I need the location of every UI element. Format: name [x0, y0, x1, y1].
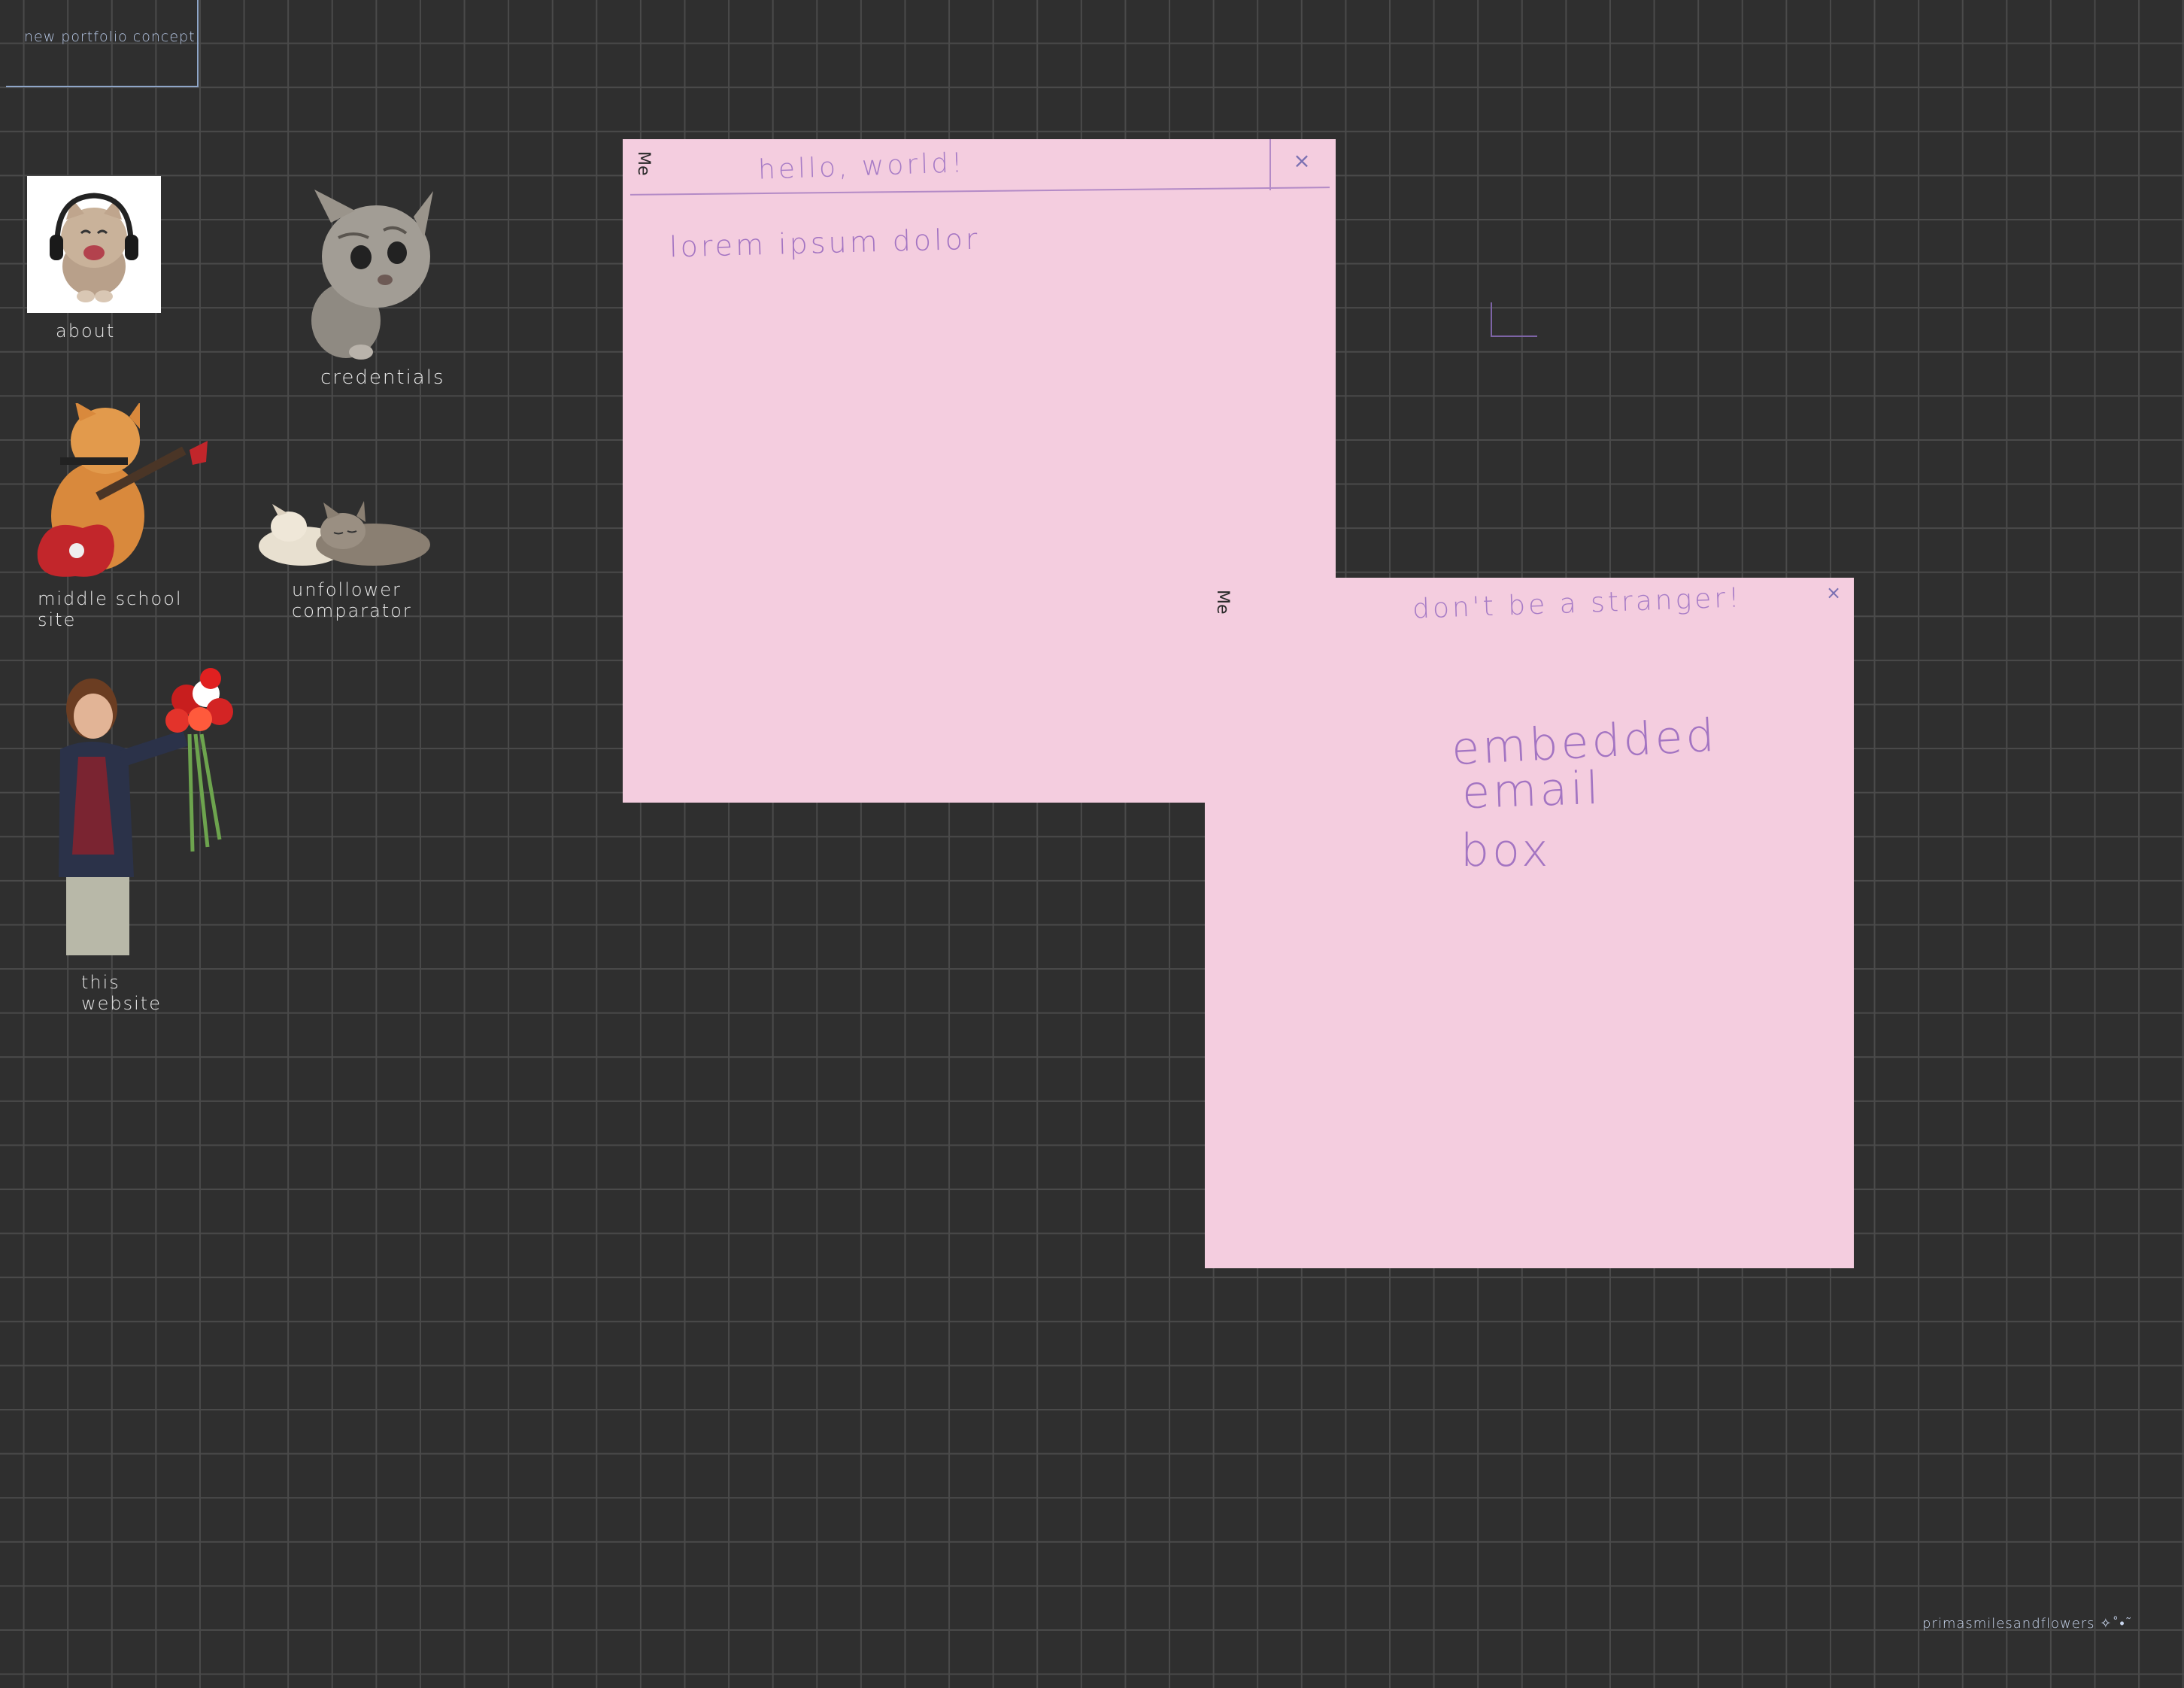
close-button[interactable]: ×: [1818, 582, 1849, 609]
title-underline: [630, 187, 1330, 196]
kitten-icon: [286, 185, 444, 366]
sleeping-kittens-icon: [250, 496, 436, 572]
middle-school-site-shortcut[interactable]: middle school site: [30, 402, 214, 630]
drawn-bracket-mark: [1491, 302, 1537, 337]
about-label: about: [56, 320, 116, 342]
boy-with-flowers-icon: [45, 666, 256, 957]
this-website-shortcut[interactable]: this website: [45, 666, 256, 1014]
middle-school-site-label: middle school site: [38, 588, 183, 630]
about-shortcut[interactable]: about: [27, 176, 161, 342]
unfollower-comparator-shortcut[interactable]: unfollower comparator: [250, 496, 436, 621]
this-website-label: this website: [81, 972, 162, 1014]
signature: primasmilesandflowers ✧˚•˜: [1922, 1616, 2133, 1632]
guitar-cat-icon: [30, 402, 214, 581]
unfollower-comparator-label: unfollower comparator: [292, 579, 412, 621]
headphone-cat-icon: [27, 176, 161, 313]
page-title: new portfolio concept: [24, 29, 196, 45]
window-side-label: Me: [1213, 590, 1232, 615]
window-side-label: Me: [634, 151, 653, 176]
credentials-shortcut[interactable]: credentials: [286, 185, 444, 388]
credentials-label: credentials: [320, 366, 445, 389]
close-button[interactable]: ×: [1274, 148, 1330, 181]
title-divider: [1269, 139, 1271, 190]
email-box-line-3: box: [1461, 824, 1552, 877]
window-title: hello, world!: [757, 147, 966, 186]
window-title: don't be a stranger!: [1412, 582, 1743, 625]
window-body-text: lorem ipsum dolor: [669, 222, 981, 264]
email-box-line-2: email: [1461, 761, 1603, 820]
contact-window[interactable]: Me don't be a stranger! × embedded email…: [1205, 578, 1854, 1268]
